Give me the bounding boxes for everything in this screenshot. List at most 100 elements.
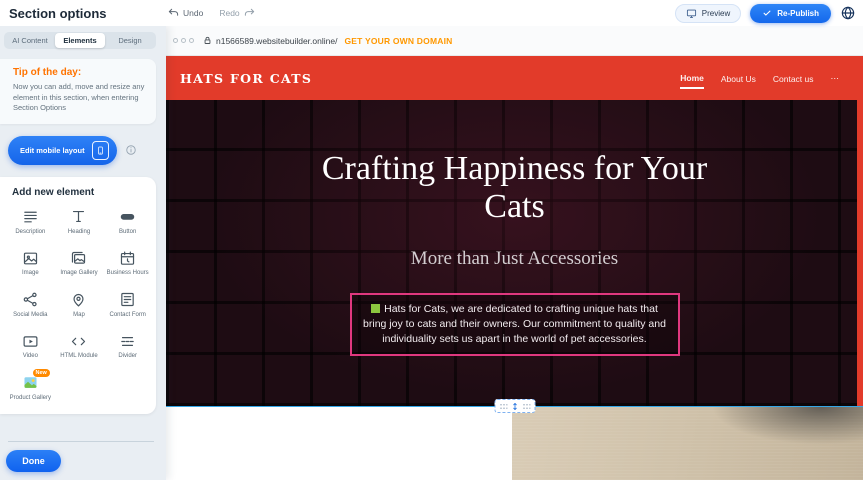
new-badge: New: [33, 369, 50, 378]
add-element-grid: Description Heading Button Image Image Galle…: [6, 208, 152, 403]
heading-icon: [70, 208, 87, 226]
element-drag-handle[interactable]: [371, 304, 380, 313]
map-pin-icon: [70, 291, 87, 309]
monitor-icon: [686, 8, 697, 19]
edit-mobile-label: Edit mobile layout: [20, 146, 85, 155]
nav-home[interactable]: Home: [680, 68, 704, 89]
element-item-business-hours[interactable]: Business Hours: [103, 249, 152, 278]
page-title: Section options: [0, 6, 158, 21]
element-item-label: Map: [73, 312, 85, 320]
element-item-heading[interactable]: Heading: [55, 208, 104, 237]
redo-icon: [244, 7, 255, 20]
topbar-actions: Preview Re-Publish: [675, 4, 863, 23]
site-url: n1566589.websitebuilder.online/: [216, 36, 337, 46]
element-item-label: Heading: [68, 229, 90, 237]
undo-button[interactable]: Undo: [168, 7, 203, 20]
element-item-label: Contact Form: [109, 312, 145, 320]
element-item-map[interactable]: Map: [55, 291, 104, 320]
section-options-sidebar: AI ContentElementsDesign Tip of the day:…: [0, 26, 166, 480]
element-item-label: Button: [119, 229, 136, 237]
hero-paragraph: Hats for Cats, we are dedicated to craft…: [363, 303, 666, 345]
tip-body: Now you can add, move and resize any ele…: [13, 82, 146, 114]
element-item-contact-form[interactable]: Contact Form: [103, 291, 152, 320]
element-item-label: Social Media: [13, 312, 47, 320]
topbar: Section options Undo Redo Preview Re-Pub…: [0, 0, 863, 26]
element-item-divider[interactable]: Divider: [103, 332, 152, 361]
sidebar-spacer: [0, 414, 166, 441]
business-hours-icon: [119, 249, 136, 267]
republish-button[interactable]: Re-Publish: [750, 4, 831, 23]
hero-section[interactable]: Crafting Happiness for Your Cats More th…: [166, 100, 863, 406]
code-icon: [70, 332, 87, 350]
element-item-product-gallery[interactable]: New Product Gallery: [6, 374, 55, 403]
preview-button[interactable]: Preview: [675, 4, 741, 23]
element-item-video[interactable]: Video: [6, 332, 55, 361]
undo-icon: [168, 7, 179, 20]
drag-dots-icon: [522, 403, 530, 410]
globe-icon: [840, 5, 856, 21]
resize-arrows-icon: [510, 401, 519, 412]
text-lines-icon: [22, 208, 39, 226]
tip-title: Tip of the day:: [13, 67, 146, 78]
nav-about-us[interactable]: About Us: [721, 69, 756, 88]
window-controls: [173, 38, 194, 43]
preview-scrollbar[interactable]: [857, 56, 863, 406]
element-item-label: HTML Module: [60, 353, 97, 361]
element-item-label: Description: [15, 229, 45, 237]
edit-mobile-layout-button[interactable]: Edit mobile layout: [8, 136, 117, 165]
language-globe-button[interactable]: [840, 5, 856, 21]
element-item-label: Image: [22, 270, 39, 278]
republish-label: Re-Publish: [777, 9, 819, 18]
product-gallery-icon: New: [22, 374, 39, 392]
site-logo[interactable]: HATS FOR CATS: [180, 71, 312, 86]
site-nav: Home About Us Contact us ⋯: [680, 68, 839, 89]
nav-contact-us[interactable]: Contact us: [773, 69, 814, 88]
element-item-description[interactable]: Description: [6, 208, 55, 237]
video-icon: [22, 332, 39, 350]
element-item-label: Business Hours: [107, 270, 149, 278]
next-section: [166, 406, 863, 480]
edit-mobile-row: Edit mobile layout: [8, 136, 166, 165]
redo-button[interactable]: Redo: [219, 7, 254, 20]
section-resize-handle[interactable]: [494, 399, 535, 413]
info-icon[interactable]: [125, 144, 137, 156]
button-icon: [119, 208, 136, 226]
drag-dots-icon: [499, 403, 507, 410]
add-new-element-panel: Add new element Description Heading Button…: [0, 177, 156, 415]
undo-label: Undo: [183, 8, 203, 18]
element-item-button[interactable]: Button: [103, 208, 152, 237]
done-button[interactable]: Done: [6, 450, 61, 472]
add-panel-title: Add new element: [12, 187, 152, 198]
window-dot: [181, 38, 186, 43]
divider-icon: [119, 332, 136, 350]
element-item-image[interactable]: Image: [6, 249, 55, 278]
get-own-domain-link[interactable]: GET YOUR OWN DOMAIN: [344, 36, 452, 46]
tab-ai-content[interactable]: AI Content: [5, 33, 55, 48]
sidebar-divider: [8, 441, 154, 442]
element-item-label: Product Gallery: [10, 395, 51, 403]
element-item-label: Image Gallery: [60, 270, 97, 278]
window-dot: [189, 38, 194, 43]
browser-bar: n1566589.websitebuilder.online/ GET YOUR…: [166, 26, 863, 56]
site-canvas: HATS FOR CATS Home About Us Contact us ⋯ Cr…: [166, 56, 863, 480]
site-header: HATS FOR CATS Home About Us Contact us ⋯: [166, 56, 863, 100]
hero-paragraph-box[interactable]: Hats for Cats, we are dedicated to craft…: [350, 293, 680, 357]
redo-label: Redo: [219, 8, 239, 18]
nav-more[interactable]: ⋯: [831, 68, 840, 88]
tab-design[interactable]: Design: [105, 33, 155, 48]
hero-subtitle[interactable]: More than Just Accessories: [411, 248, 618, 270]
image-gallery-icon: [70, 249, 87, 267]
window-dot: [173, 38, 178, 43]
phone-icon: [92, 141, 109, 160]
image-icon: [22, 249, 39, 267]
element-item-image-gallery[interactable]: Image Gallery: [55, 249, 104, 278]
element-item-label: Video: [23, 353, 38, 361]
lock-icon: [203, 36, 212, 45]
sidebar-tabs: AI ContentElementsDesign: [4, 32, 156, 49]
preview-label: Preview: [702, 9, 730, 18]
element-item-social-media[interactable]: Social Media: [6, 291, 55, 320]
tab-elements[interactable]: Elements: [55, 33, 105, 48]
hero-title[interactable]: Crafting Happiness for Your Cats: [300, 150, 730, 227]
element-item-label: Divider: [118, 353, 137, 361]
element-item-html-module[interactable]: HTML Module: [55, 332, 104, 361]
